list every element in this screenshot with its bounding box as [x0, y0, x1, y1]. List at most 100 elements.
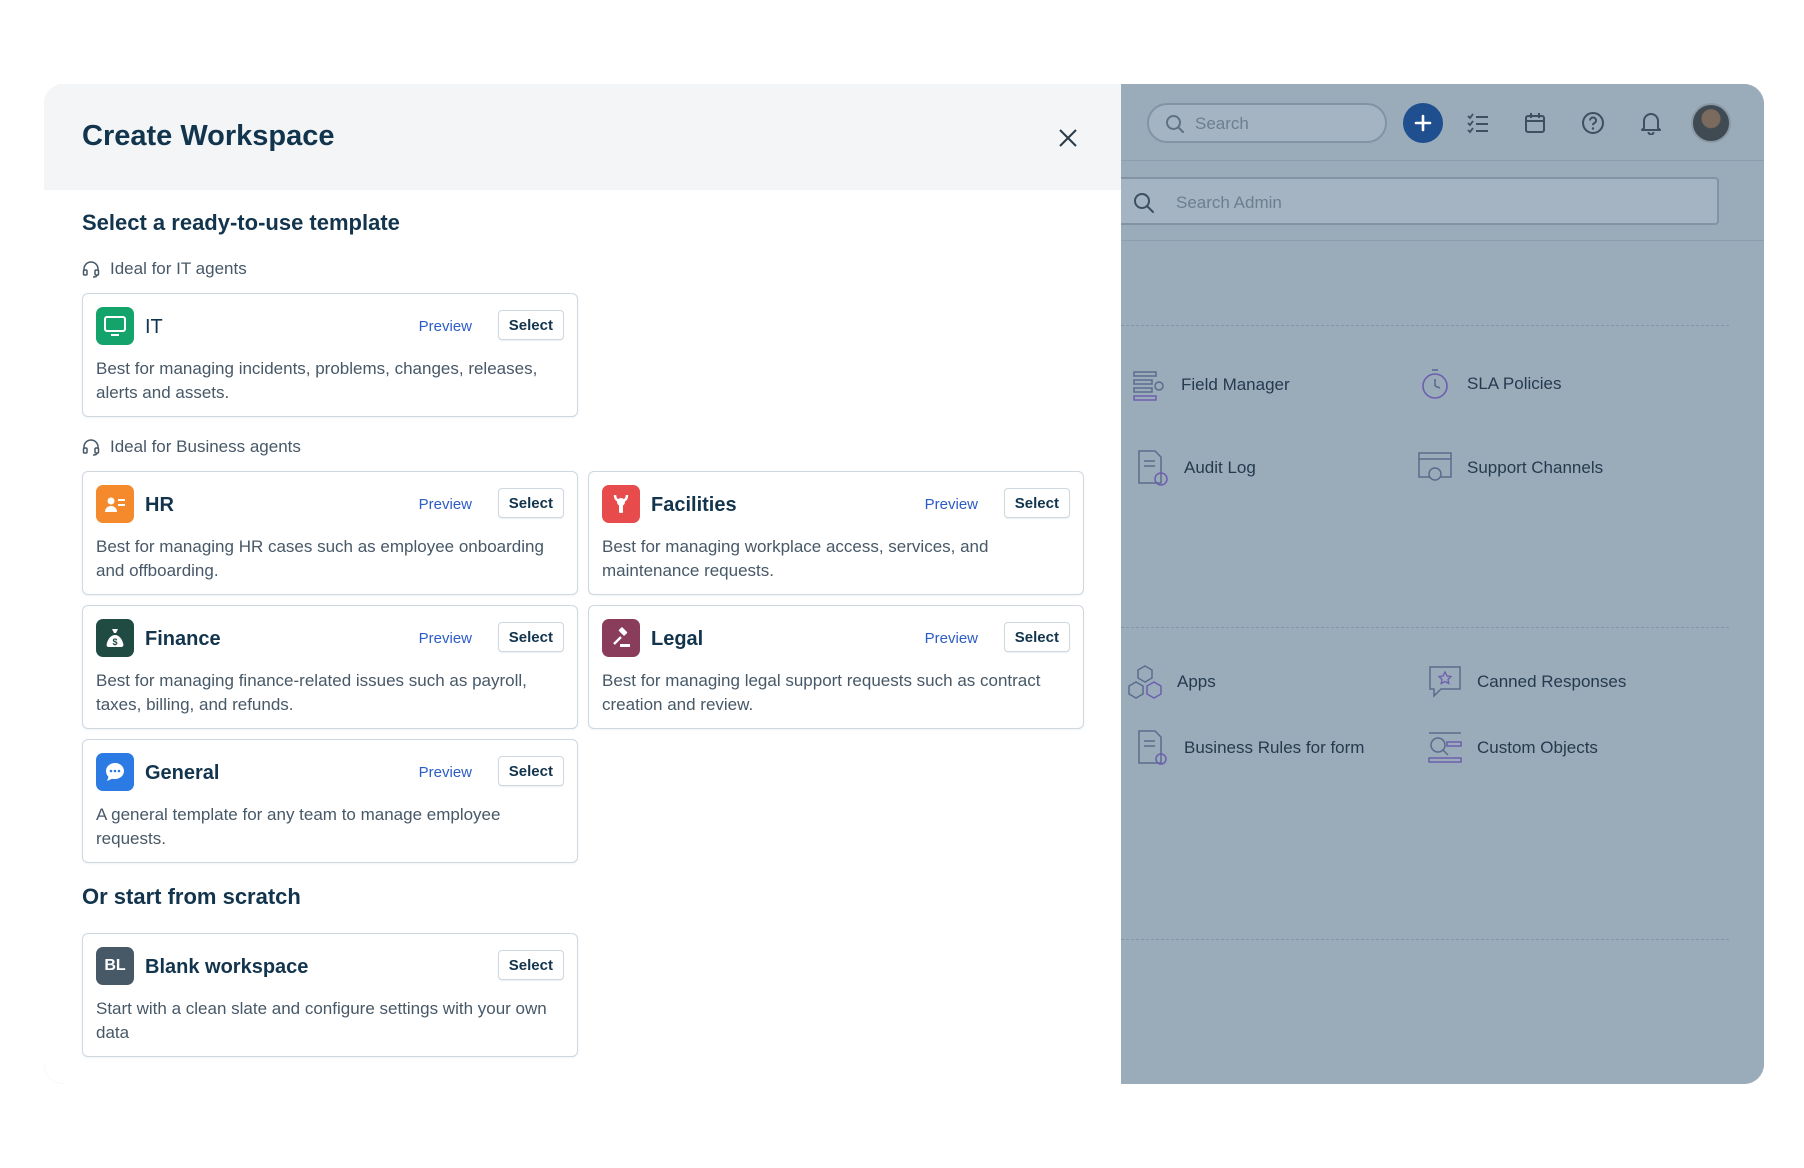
select-button[interactable]: Select [497, 756, 564, 786]
admin-item-label: Audit Log [1184, 458, 1256, 477]
admin-item-label: Support Channels [1467, 458, 1604, 477]
template-name: Finance [145, 628, 221, 650]
template-heading: Select a ready-to-use template [82, 210, 400, 235]
admin-item-label: Apps [1177, 672, 1216, 691]
user-avatar[interactable] [1691, 103, 1731, 143]
blank-workspace-badge: BL [96, 947, 134, 985]
section-divider [1121, 939, 1729, 940]
admin-item-label: SLA Policies [1467, 374, 1562, 393]
svg-text:$: $ [112, 637, 117, 647]
preview-link[interactable]: Preview [419, 318, 472, 335]
add-button[interactable] [1403, 103, 1443, 143]
template-description: A general template for any team to manag… [96, 805, 501, 848]
template-name: HR [145, 494, 174, 516]
section-divider [1121, 627, 1729, 628]
section-divider [1121, 325, 1729, 326]
global-search[interactable]: Search [1147, 103, 1387, 143]
hint-label: Ideal for IT agents [110, 259, 247, 278]
headset-icon [82, 261, 100, 278]
calendar-icon [1525, 113, 1545, 133]
admin-item-canned-responses[interactable]: Canned Responses [1427, 664, 1626, 700]
app-window: Search Search Admin Field Manager SLA Po… [44, 84, 1764, 1084]
search-icon [1134, 193, 1154, 213]
business-rules-icon [1134, 730, 1170, 766]
modal-header: Create Workspace [44, 84, 1121, 190]
admin-item-custom-objects[interactable]: Custom Objects [1427, 730, 1598, 766]
template-card-blank[interactable]: BL Blank workspace Select Start with a c… [82, 933, 578, 1057]
chat-bubble-icon [96, 753, 134, 791]
template-description: Best for managing finance-related issues… [96, 671, 527, 714]
select-button[interactable]: Select [497, 622, 564, 652]
hint-label: Ideal for Business agents [110, 437, 301, 456]
help-button[interactable] [1573, 103, 1613, 143]
checklist-icon [1467, 113, 1488, 134]
admin-item-label: Canned Responses [1477, 672, 1627, 691]
canned-responses-icon [1427, 664, 1463, 700]
close-button[interactable] [1054, 124, 1082, 152]
template-name: IT [145, 316, 163, 338]
admin-panel: Search Search Admin Field Manager SLA Po… [1111, 84, 1764, 1084]
admin-item-apps[interactable]: Apps [1127, 664, 1216, 700]
preview-link[interactable]: Preview [419, 630, 472, 647]
preview-link[interactable]: Preview [419, 764, 472, 781]
close-icon [1059, 129, 1077, 147]
select-button[interactable]: Select [497, 310, 564, 340]
top-bar: Search [1121, 84, 1764, 161]
admin-item-audit-log[interactable]: Audit Log [1134, 450, 1256, 486]
admin-item-label: Business Rules for form [1184, 738, 1365, 757]
admin-item-sla-policies[interactable]: SLA Policies [1417, 366, 1562, 402]
template-card-general[interactable]: General Preview Select A general templat… [82, 739, 578, 863]
it-agents-hint: Ideal for IT agents [82, 259, 247, 279]
template-description: Best for managing HR cases such as emplo… [96, 537, 544, 580]
id-card-icon [96, 485, 134, 523]
help-icon [1582, 112, 1604, 134]
plus-icon [1414, 114, 1432, 132]
headset-icon [82, 439, 100, 456]
admin-item-business-rules[interactable]: Business Rules for form [1134, 730, 1364, 766]
search-icon [1166, 115, 1184, 133]
audit-log-icon [1134, 450, 1170, 486]
select-button[interactable]: Select [497, 488, 564, 518]
admin-item-field-manager[interactable]: Field Manager [1131, 367, 1290, 403]
template-description: Best for managing incidents, problems, c… [96, 359, 538, 402]
template-description: Start with a clean slate and configure s… [96, 999, 547, 1042]
template-name: Legal [651, 628, 704, 650]
bell-icon [1641, 113, 1661, 135]
stopwatch-icon [1417, 366, 1453, 402]
modal-title: Create Workspace [82, 120, 335, 152]
create-workspace-modal: Create Workspace Select a ready-to-use t… [44, 84, 1121, 1084]
gavel-icon [602, 619, 640, 657]
calendar-button[interactable] [1515, 103, 1555, 143]
template-card-facilities[interactable]: Facilities Preview Select Best for manag… [588, 471, 1084, 595]
notifications-button[interactable] [1631, 103, 1671, 143]
preview-link[interactable]: Preview [925, 496, 978, 513]
admin-item-support-channels[interactable]: Support Channels [1417, 450, 1603, 486]
admin-item-label: Custom Objects [1477, 738, 1598, 757]
field-manager-icon [1131, 367, 1167, 403]
custom-objects-icon [1427, 730, 1463, 766]
wrench-icon [602, 485, 640, 523]
template-card-it[interactable]: IT Preview Select Best for managing inci… [82, 293, 578, 417]
select-button[interactable]: Select [1003, 488, 1070, 518]
money-bag-icon: $ [96, 619, 134, 657]
template-card-legal[interactable]: Legal Preview Select Best for managing l… [588, 605, 1084, 729]
template-name: General [145, 762, 220, 784]
apps-cubes-icon [1127, 664, 1163, 700]
template-name: Facilities [651, 494, 737, 516]
template-card-finance[interactable]: $ Finance Preview Select Best for managi… [82, 605, 578, 729]
preview-link[interactable]: Preview [925, 630, 978, 647]
select-button[interactable]: Select [1003, 622, 1070, 652]
preview-link[interactable]: Preview [419, 496, 472, 513]
scratch-heading: Or start from scratch [82, 884, 301, 909]
support-channels-icon [1417, 450, 1453, 486]
template-description: Best for managing legal support requests… [602, 671, 1041, 714]
admin-search-placeholder: Search Admin [1176, 193, 1282, 212]
todo-button[interactable] [1458, 103, 1498, 143]
global-search-placeholder: Search [1195, 114, 1249, 133]
business-agents-hint: Ideal for Business agents [82, 437, 301, 457]
template-description: Best for managing workplace access, serv… [602, 537, 989, 580]
template-card-hr[interactable]: HR Preview Select Best for managing HR c… [82, 471, 578, 595]
admin-search-input[interactable]: Search Admin [1111, 177, 1719, 225]
divider [1121, 240, 1764, 241]
select-button[interactable]: Select [497, 950, 564, 980]
